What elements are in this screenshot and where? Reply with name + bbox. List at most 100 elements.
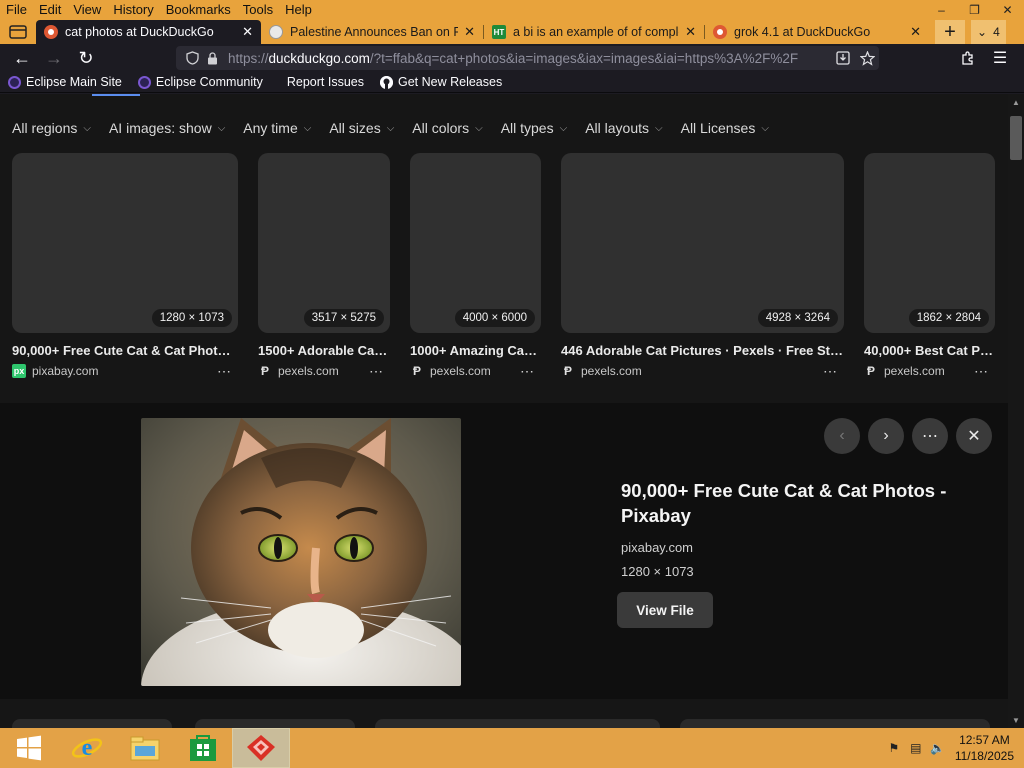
result-source[interactable]: Ᵽ pexels.com ⋯ — [410, 363, 541, 380]
url-bar[interactable]: https://duckduckgo.com/?t=ffab&q=cat+pho… — [176, 46, 879, 70]
menu-file[interactable]: File — [0, 0, 33, 20]
bookmark-eclipse-main-site[interactable]: Eclipse Main Site — [8, 75, 122, 89]
close-tab-icon[interactable]: ✕ — [685, 24, 696, 40]
image-result-card[interactable]: 1280 × 1073 90,000+ Free Cute Cat & Cat … — [12, 153, 238, 380]
result-source[interactable]: px pixabay.com ⋯ — [12, 363, 238, 380]
more-options-icon[interactable]: ⋯ — [823, 363, 838, 380]
filter-ai-images[interactable]: AI images: show ⌵ — [109, 120, 225, 136]
window-controls: – ❐ ✕ — [925, 0, 1024, 20]
menu-view[interactable]: View — [67, 0, 107, 20]
more-options-icon[interactable]: ⋯ — [369, 363, 384, 380]
detail-title[interactable]: 90,000+ Free Cute Cat & Cat Photos - Pix… — [621, 478, 981, 528]
menu-edit[interactable]: Edit — [33, 0, 67, 20]
filter-sizes[interactable]: All sizes ⌵ — [329, 120, 394, 136]
reload-button[interactable]: ↻ — [70, 44, 102, 72]
scrollbar-thumb[interactable] — [1010, 116, 1022, 160]
image-result-card[interactable] — [375, 719, 660, 728]
flag-icon[interactable]: ⚑ — [883, 741, 905, 755]
taskbar-store[interactable] — [174, 728, 232, 768]
detail-domain[interactable]: pixabay.com — [621, 540, 693, 555]
menu-help[interactable]: Help — [279, 0, 318, 20]
image-thumbnail[interactable]: 1280 × 1073 — [12, 153, 238, 333]
app-menu-button[interactable]: ☰ — [984, 44, 1016, 72]
minimize-button[interactable]: – — [925, 0, 958, 20]
bookmark-report-issues[interactable]: Report Issues — [287, 75, 364, 89]
result-source[interactable]: Ᵽ pexels.com ⋯ — [864, 363, 995, 380]
image-result-card[interactable]: 4928 × 3264 446 Adorable Cat Pictures · … — [561, 153, 844, 380]
tab-bi-example[interactable]: HT a bi is an example of of comple ✕ — [484, 20, 704, 44]
view-file-button[interactable]: View File — [617, 592, 713, 628]
page-scrollbar[interactable]: ▲ ▼ — [1008, 94, 1024, 728]
image-thumbnail[interactable]: 4928 × 3264 — [561, 153, 844, 333]
bookmark-star-icon[interactable] — [855, 50, 879, 66]
bookmark-label: Eclipse Main Site — [26, 75, 122, 89]
image-result-card[interactable]: 1862 × 2804 40,000+ Best Cat Ph... Ᵽ pex… — [864, 153, 995, 380]
image-thumbnail[interactable]: 3517 × 5275 — [258, 153, 390, 333]
tracking-protection-icon[interactable] — [182, 51, 202, 65]
tab-grok[interactable]: grok 4.1 at DuckDuckGo ✕ — [705, 20, 929, 44]
more-options-icon[interactable]: ⋯ — [520, 363, 535, 380]
network-icon[interactable]: ▤ — [905, 741, 927, 755]
back-button[interactable]: ← — [6, 44, 38, 72]
tab-palestine-news[interactable]: Palestine Announces Ban on Ro ✕ — [261, 20, 483, 44]
new-tab-button[interactable]: + — [935, 20, 965, 44]
eclipse-icon — [8, 75, 21, 89]
extensions-button[interactable] — [952, 44, 984, 72]
reader-save-icon[interactable] — [831, 51, 855, 65]
result-title[interactable]: 40,000+ Best Cat Ph... — [864, 343, 995, 358]
taskbar-firefox[interactable] — [232, 728, 290, 768]
result-title[interactable]: 1000+ Amazing Cats... — [410, 343, 541, 358]
firefox-view-button[interactable] — [0, 20, 36, 44]
volume-muted-icon[interactable]: 🔈 — [927, 741, 949, 755]
filter-time[interactable]: Any time ⌵ — [243, 120, 311, 136]
close-tab-icon[interactable]: ✕ — [910, 24, 921, 40]
image-result-card[interactable] — [12, 719, 172, 728]
image-thumbnail[interactable]: 1862 × 2804 — [864, 153, 995, 333]
lock-icon[interactable] — [202, 51, 222, 65]
filter-label: All sizes — [329, 120, 381, 136]
filter-layouts[interactable]: All layouts ⌵ — [585, 120, 662, 136]
bookmark-eclipse-community[interactable]: Eclipse Community — [137, 75, 263, 89]
close-window-button[interactable]: ✕ — [991, 0, 1024, 20]
system-clock[interactable]: 12:57 AM 11/18/2025 — [955, 732, 1014, 764]
result-title[interactable]: 90,000+ Free Cute Cat & Cat Photos ... — [12, 343, 238, 358]
result-source[interactable]: Ᵽ pexels.com ⋯ — [561, 363, 844, 380]
scroll-down-icon[interactable]: ▼ — [1008, 712, 1024, 728]
next-image-button[interactable]: › — [868, 418, 904, 454]
bookmark-get-new-releases[interactable]: Get New Releases — [379, 75, 502, 89]
taskbar-internet-explorer[interactable]: e — [58, 728, 116, 768]
chevron-down-icon: ⌵ — [303, 122, 312, 134]
image-result-card[interactable] — [195, 719, 355, 728]
more-options-icon[interactable]: ⋯ — [217, 363, 232, 380]
image-result-card[interactable]: 4000 × 6000 1000+ Amazing Cats... Ᵽ pexe… — [410, 153, 541, 380]
forward-button[interactable]: → — [38, 44, 70, 72]
menu-tools[interactable]: Tools — [237, 0, 279, 20]
tab-cat-photos[interactable]: cat photos at DuckDuckGo ✕ — [36, 20, 261, 44]
menu-history[interactable]: History — [107, 0, 159, 20]
start-button[interactable] — [0, 728, 58, 768]
close-detail-button[interactable]: ✕ — [956, 418, 992, 454]
result-source[interactable]: Ᵽ pexels.com ⋯ — [258, 363, 390, 380]
more-options-button[interactable]: ⋯ — [912, 418, 948, 454]
scroll-up-icon[interactable]: ▲ — [1008, 94, 1024, 110]
result-title[interactable]: 1500+ Adorable Cat ... — [258, 343, 390, 358]
menu-bookmarks[interactable]: Bookmarks — [160, 0, 237, 20]
cat-preview-image[interactable] — [141, 418, 461, 686]
image-thumbnail[interactable]: 4000 × 6000 — [410, 153, 541, 333]
filter-regions[interactable]: All regions ⌵ — [12, 120, 91, 136]
url-text[interactable]: https://duckduckgo.com/?t=ffab&q=cat+pho… — [228, 51, 831, 66]
result-title[interactable]: 446 Adorable Cat Pictures · Pexels · Fre… — [561, 343, 844, 358]
close-tab-icon[interactable]: ✕ — [464, 24, 475, 40]
tab-count: 4 — [993, 25, 1000, 39]
filter-types[interactable]: All types ⌵ — [501, 120, 568, 136]
filter-colors[interactable]: All colors ⌵ — [412, 120, 482, 136]
close-tab-icon[interactable]: ✕ — [242, 24, 253, 40]
image-result-card[interactable]: 3517 × 5275 1500+ Adorable Cat ... Ᵽ pex… — [258, 153, 390, 380]
previous-image-button[interactable]: ‹ — [824, 418, 860, 454]
taskbar-file-explorer[interactable] — [116, 728, 174, 768]
image-result-card[interactable] — [680, 719, 990, 728]
restore-button[interactable]: ❐ — [958, 0, 991, 20]
more-options-icon[interactable]: ⋯ — [974, 363, 989, 380]
filter-licenses[interactable]: All Licenses ⌵ — [681, 120, 769, 136]
list-all-tabs-button[interactable]: ⌄ 4 — [971, 20, 1006, 44]
